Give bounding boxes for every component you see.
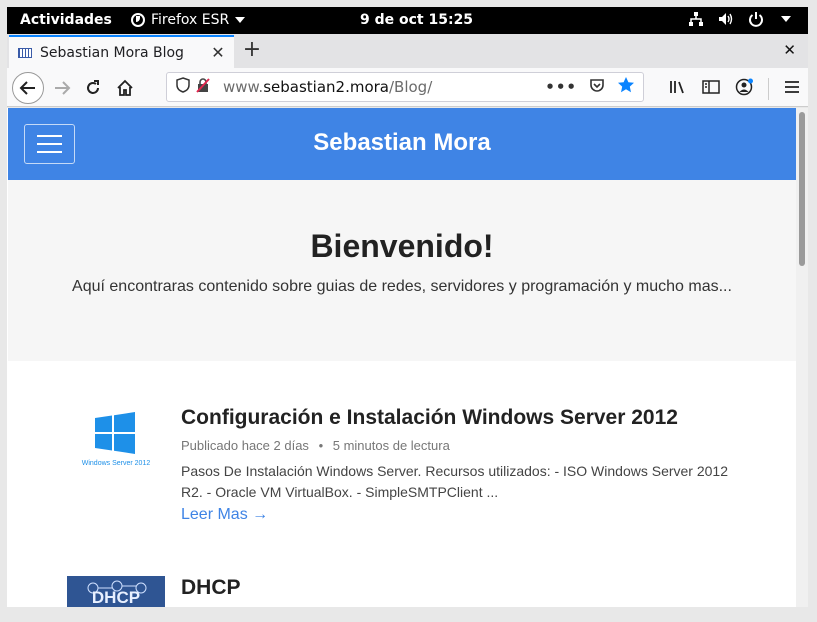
- sidebar-icon[interactable]: [702, 79, 720, 99]
- home-icon: [117, 79, 133, 96]
- url-bar[interactable]: www.sebastian2.mora/Blog/ •••: [166, 72, 644, 102]
- url-prefix: www.: [223, 78, 264, 96]
- system-menu[interactable]: [688, 11, 794, 27]
- home-button[interactable]: [111, 74, 139, 102]
- tab-title: Sebastian Mora Blog: [40, 44, 184, 61]
- hero-title: Bienvenido!: [310, 228, 494, 264]
- meta-separator: •: [318, 438, 324, 453]
- new-tab-button[interactable]: +: [240, 37, 264, 62]
- post-title[interactable]: Configuración e Instalación Windows Serv…: [181, 406, 741, 430]
- bookmark-star-icon[interactable]: [617, 76, 635, 98]
- url-domain: sebastian2.mora: [263, 78, 389, 96]
- post-meta: Publicado hace 2 días • 5 minutos de lec…: [181, 438, 741, 453]
- toolbar-separator: [768, 78, 769, 100]
- close-icon[interactable]: ✕: [208, 43, 228, 62]
- post-title[interactable]: DHCP: [181, 576, 741, 600]
- activities-button[interactable]: Actividades: [20, 12, 112, 28]
- post-date: Publicado hace 2 días: [181, 438, 309, 453]
- shield-icon[interactable]: [173, 77, 193, 97]
- page-viewport: Sebastian Mora Bienvenido! Aquí encontra…: [7, 108, 808, 607]
- hamburger-menu-icon[interactable]: [784, 80, 800, 98]
- page-scrollbar[interactable]: [796, 108, 808, 607]
- tab-strip: Sebastian Mora Blog ✕ + ✕: [7, 34, 808, 68]
- thumb-label: DHCP: [91, 588, 141, 607]
- hero-text: Aquí encontraras contenido sobre guias d…: [72, 278, 732, 295]
- account-icon[interactable]: [735, 78, 753, 100]
- url-text[interactable]: www.sebastian2.mora/Blog/: [223, 78, 545, 96]
- arrow-left-icon: [19, 81, 35, 95]
- scrollbar-thumb[interactable]: [799, 112, 805, 266]
- network-icon: [688, 11, 704, 27]
- system-top-bar: Actividades Firefox ESR 9 de oct 15:25: [7, 7, 808, 34]
- volume-icon: [718, 11, 734, 27]
- app-menu[interactable]: Firefox ESR: [131, 12, 246, 28]
- read-more-link[interactable]: Leer Mas →: [181, 506, 268, 524]
- url-path: /Blog/: [388, 78, 433, 96]
- arrow-right-icon: [55, 81, 71, 95]
- post-item: Windows Server 2012 Configuración e Inst…: [67, 406, 757, 536]
- power-icon: [748, 11, 764, 27]
- library-icon[interactable]: [669, 79, 687, 99]
- tab-sebastian-mora-blog[interactable]: Sebastian Mora Blog ✕: [9, 35, 234, 68]
- window-close-button[interactable]: ✕: [783, 41, 796, 59]
- post-thumbnail[interactable]: Windows Server 2012: [67, 406, 165, 470]
- site-brand[interactable]: Sebastian Mora: [8, 129, 796, 157]
- favicon-icon: [18, 47, 32, 58]
- reload-button[interactable]: [79, 74, 107, 102]
- site-navbar: Sebastian Mora: [8, 108, 796, 180]
- post-item: DHCP DHCP: [67, 576, 757, 607]
- back-button[interactable]: [12, 72, 44, 104]
- post-excerpt: Pasos De Instalación Windows Server. Rec…: [181, 463, 729, 500]
- post-thumbnail[interactable]: DHCP: [67, 576, 165, 607]
- app-menu-label: Firefox ESR: [151, 12, 230, 28]
- post-read-time: 5 minutos de lectura: [332, 438, 450, 453]
- forward-button[interactable]: [48, 74, 76, 102]
- clock[interactable]: 9 de oct 15:25: [360, 12, 473, 28]
- thumb-label: Windows Server 2012: [81, 460, 151, 467]
- hero-section: Bienvenido! Aquí encontraras contenido s…: [8, 180, 796, 361]
- pocket-icon[interactable]: [589, 77, 605, 97]
- chevron-down-icon: [235, 17, 246, 23]
- chevron-down-icon: [778, 11, 794, 27]
- navigation-toolbar: www.sebastian2.mora/Blog/ •••: [7, 68, 808, 107]
- insecure-lock-icon[interactable]: [193, 77, 213, 97]
- reload-icon: [87, 80, 99, 94]
- page-actions-icon[interactable]: •••: [545, 78, 577, 96]
- firefox-icon: [131, 13, 145, 27]
